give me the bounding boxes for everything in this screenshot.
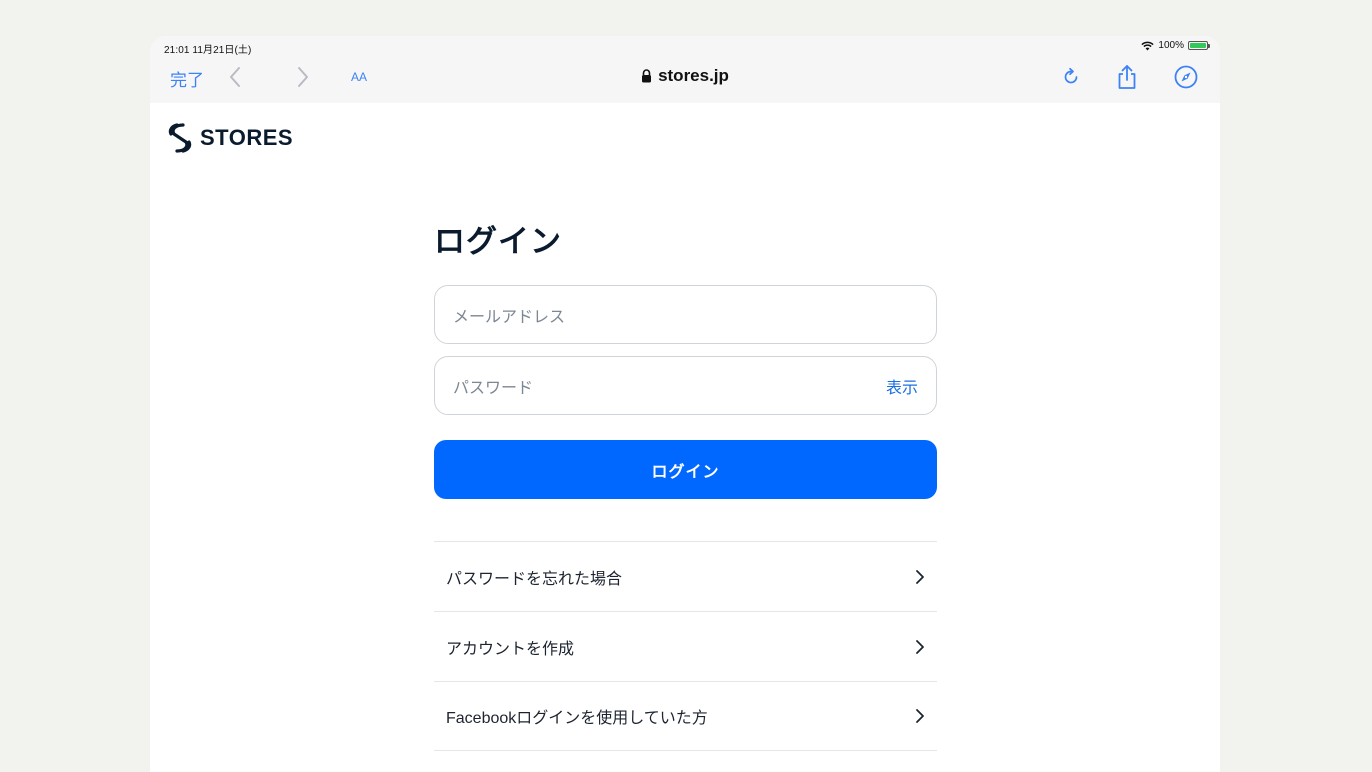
link-label: パスワードを忘れた場合 [446,570,623,588]
device-screen: 21:01 11月21日(土) 100% 完了 AA stores.jp STO… [150,36,1220,772]
status-time: 21:01 11月21日(土) [164,45,252,56]
create-account-link[interactable]: アカウントを作成 [434,611,937,681]
lock-icon [642,69,652,83]
page-title: ログイン [434,224,562,259]
email-field[interactable]: メールアドレス [434,285,937,344]
brand-logo[interactable]: STORES [166,121,293,155]
email-placeholder: メールアドレス [453,308,566,326]
password-field[interactable]: パスワード 表示 [434,356,937,415]
forgot-password-link[interactable]: パスワードを忘れた場合 [434,541,937,611]
battery-icon [1188,41,1210,50]
link-label: アカウントを作成 [446,640,575,658]
reload-button[interactable] [1058,64,1084,90]
chevron-right-icon [916,709,924,723]
link-label: Facebookログインを使用していた方 [446,710,708,727]
battery-percent: 100% [1158,40,1184,51]
chevron-right-icon [916,639,924,654]
show-password-button[interactable]: 表示 [886,374,918,398]
reload-icon [1064,67,1078,84]
password-placeholder: パスワード [453,379,534,397]
share-button[interactable] [1114,64,1140,90]
browser-toolbar: 21:01 11月21日(土) 100% 完了 AA stores.jp [150,36,1220,103]
facebook-login-link[interactable]: Facebookログインを使用していた方 [434,681,937,751]
stores-logo-icon [168,123,192,153]
compass-icon [1174,65,1198,89]
wifi-icon [1141,41,1155,50]
url-text: stores.jp [658,66,729,85]
link-list: パスワードを忘れた場合 アカウントを作成 Facebookログインを使用していた… [434,541,937,751]
chevron-right-icon [916,569,924,584]
compass-button[interactable] [1173,64,1199,90]
brand-name: STORES [200,125,294,150]
status-indicators: 100% [1141,40,1210,51]
login-form: ログイン メールアドレス パスワード 表示 ログイン パスワードを忘れた場合 ア… [434,216,937,751]
login-button[interactable]: ログイン [434,440,937,499]
share-icon [1118,65,1136,89]
